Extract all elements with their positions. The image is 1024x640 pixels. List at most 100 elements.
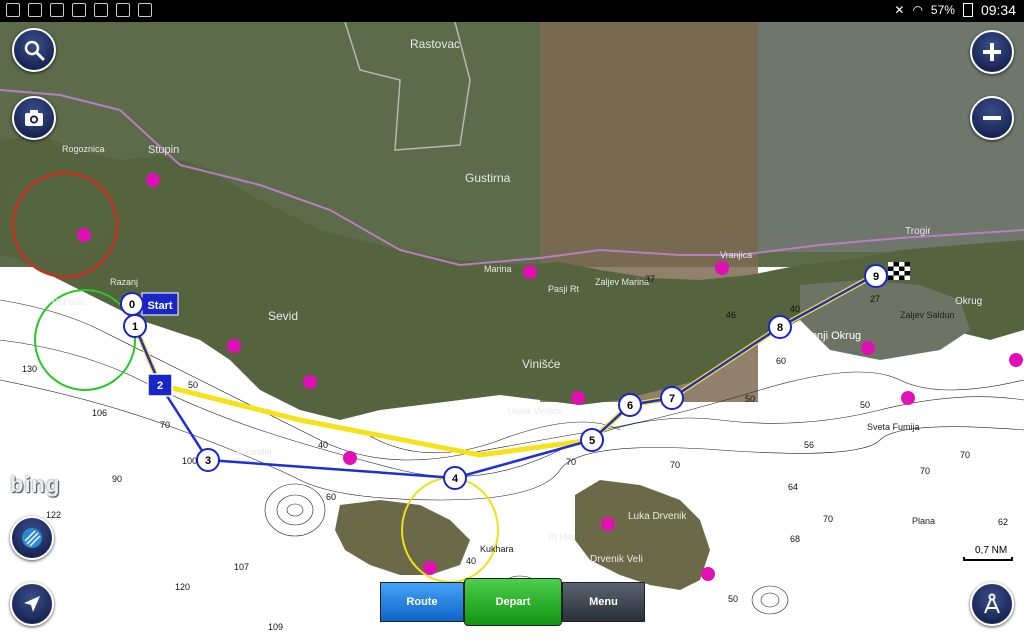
system-tray: ✕ ◠ 57% 09:34 [894, 2, 1016, 18]
svg-text:106: 106 [92, 408, 107, 418]
battery-icon [962, 3, 973, 17]
svg-text:27: 27 [870, 294, 880, 304]
place-rastovac: Rastovac [410, 37, 460, 51]
depart-button[interactable]: Depart [464, 578, 562, 626]
place-zaljev-marina: Zaljev Marina [595, 277, 649, 287]
svg-text:50: 50 [745, 394, 755, 404]
locate-button[interactable] [10, 582, 54, 626]
camera-icon [25, 110, 43, 126]
svg-text:64: 64 [788, 482, 798, 492]
svg-text:120: 120 [175, 582, 190, 592]
navigation-arrow-icon [24, 596, 40, 612]
place-razanj: Razanj [110, 277, 138, 287]
route-button[interactable]: Route [380, 582, 464, 622]
waypoint-8[interactable]: 8 [768, 315, 792, 339]
waypoint-1-label: 1 [132, 321, 138, 333]
waypoint-6[interactable]: 6 [618, 393, 642, 417]
start-label: Start [147, 300, 172, 312]
svg-text:107: 107 [234, 562, 249, 572]
place-drvenik-veli: Drvenik Veli [590, 554, 643, 565]
place-zaljev-saldun: Zaljev Saldun [900, 310, 955, 320]
waypoint-3[interactable]: 3 [196, 448, 220, 472]
svg-text:56: 56 [804, 440, 814, 450]
clipboard-icon [94, 3, 108, 17]
place-arkandel: Arkandel [236, 447, 272, 457]
chart-map[interactable]: Start 0 1 2 3 4 5 6 7 8 9 Rastovac Gusti… [0, 0, 1024, 640]
divider-compass-icon [984, 593, 1000, 614]
scale-label: 0,7 NM [975, 545, 1008, 556]
svg-text:130: 130 [22, 364, 37, 374]
place-luka-drvenik: Luka Drvenik [628, 511, 687, 522]
waypoint-2[interactable]: 2 [147, 373, 173, 397]
scale-line [963, 557, 1013, 561]
svg-text:100: 100 [182, 456, 197, 466]
waypoint-4-label: 4 [452, 473, 459, 485]
scale-bar: 0,7 NM [963, 545, 1013, 561]
svg-text:62: 62 [998, 517, 1008, 527]
waypoint-7[interactable]: 7 [660, 386, 684, 410]
svg-text:122: 122 [46, 510, 61, 520]
measure-button[interactable] [970, 582, 1014, 626]
waypoint-8-label: 8 [777, 322, 783, 334]
zoom-in-button[interactable] [970, 30, 1014, 74]
svg-text:37: 37 [645, 274, 655, 284]
bing-logo: bing [10, 472, 61, 497]
svg-text:40: 40 [318, 440, 328, 450]
place-rt-hibi: Rt Hibi [548, 532, 575, 542]
svg-text:60: 60 [776, 356, 786, 366]
waypoint-1[interactable]: 1 [123, 314, 147, 338]
svg-text:70: 70 [960, 450, 970, 460]
place-trogir: Trogir [905, 226, 931, 237]
search-icon [24, 40, 45, 61]
layers-button[interactable] [10, 516, 54, 560]
svg-text:70: 70 [160, 420, 170, 430]
wifi-icon: ◠ [912, 3, 923, 17]
svg-text:50: 50 [188, 380, 198, 390]
search-button[interactable] [12, 28, 56, 72]
layers-icon [22, 528, 42, 548]
status-bar: ✕ ◠ 57% 09:34 [0, 0, 1024, 22]
place-uvala-vinisce: Uvala Vinišće [508, 406, 562, 416]
clock: 09:34 [980, 2, 1016, 18]
waypoint-7-label: 7 [669, 393, 675, 405]
waypoint-4[interactable]: 4 [443, 466, 467, 490]
clipboard-icon [116, 3, 130, 17]
waypoint-3-label: 3 [205, 455, 211, 467]
place-okrug: Okrug [955, 296, 982, 307]
notification-icons [6, 3, 152, 17]
svg-text:70: 70 [823, 514, 833, 524]
menu-button[interactable]: Menu [562, 582, 645, 622]
place-donji-okrug: Donji Okrug [803, 330, 861, 342]
place-marina: Marina [484, 264, 512, 274]
place-vranjica: Vranjica [720, 250, 752, 260]
mute-icon: ✕ [894, 3, 905, 17]
clipboard-icon [138, 3, 152, 17]
svg-text:46: 46 [726, 310, 736, 320]
waypoint-6-label: 6 [627, 400, 633, 412]
zoom-out-button[interactable] [970, 96, 1014, 140]
camera-button[interactable] [12, 96, 56, 140]
waypoint-0-label: 0 [129, 299, 135, 311]
place-sevid: Sevid [268, 309, 298, 323]
svg-text:40: 40 [790, 304, 800, 314]
plus-icon [983, 43, 1001, 61]
waypoint-9[interactable]: 9 [864, 264, 888, 288]
waypoint-5[interactable]: 5 [580, 428, 604, 452]
place-stupin: Stupin [148, 144, 179, 156]
gallery-icon [28, 3, 42, 17]
svg-text:40: 40 [466, 556, 476, 566]
clipboard-icon [72, 3, 86, 17]
battery-percent: 57% [930, 3, 955, 17]
place-sveta-fumija: Sveta Fumija [867, 422, 920, 432]
gallery-icon [50, 3, 64, 17]
waypoint-0[interactable]: 0 [120, 292, 144, 316]
place-kukhara: Kukhara [480, 544, 514, 554]
island-drvenik-veli [575, 480, 710, 590]
place-rogoznica: Rogoznica [62, 144, 105, 154]
place-pasji-rt: Pasji Rt [548, 284, 580, 294]
waypoint-5-label: 5 [589, 435, 595, 447]
minus-icon [983, 116, 1001, 120]
waypoint-9-label: 9 [873, 271, 879, 283]
svg-text:50: 50 [728, 594, 738, 604]
svg-text:70: 70 [670, 460, 680, 470]
